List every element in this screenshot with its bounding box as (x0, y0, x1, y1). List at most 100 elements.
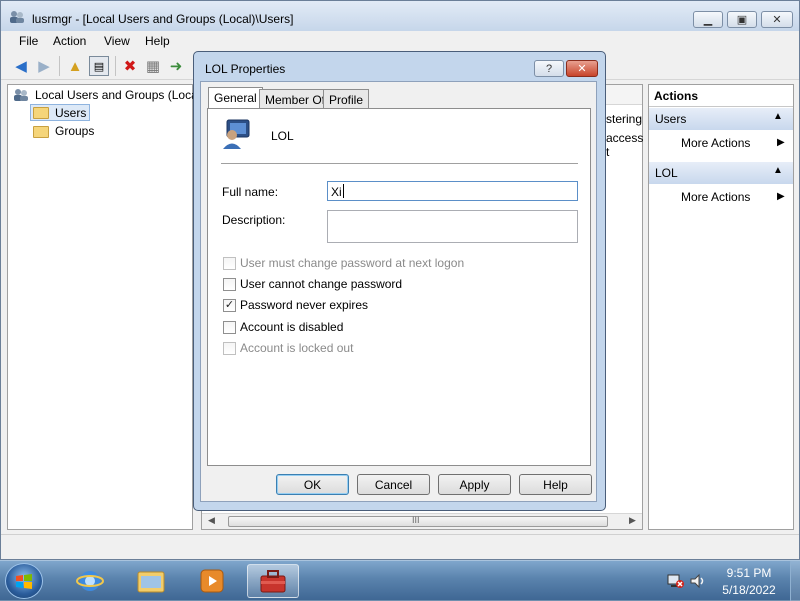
horizontal-scrollbar[interactable]: ◀ III ▶ (202, 513, 642, 529)
tree-item-label: Users (55, 106, 87, 120)
help-icon: ? (545, 62, 553, 75)
main-titlebar[interactable]: lusrmgr - [Local Users and Groups (Local… (1, 1, 799, 31)
menu-action[interactable]: Action (53, 34, 86, 48)
actions-section-users[interactable]: Users ▲ (649, 108, 793, 130)
statusbar (1, 534, 799, 559)
internet-explorer-icon (76, 571, 104, 591)
apply-button[interactable]: Apply (438, 474, 511, 495)
taskbar-explorer[interactable] (125, 564, 177, 598)
tab-general[interactable]: General (208, 87, 263, 109)
checkbox-box[interactable] (223, 320, 236, 334)
divider (221, 163, 578, 164)
submenu-arrow-icon: ▶ (777, 137, 785, 148)
start-button[interactable] (5, 563, 43, 599)
up-folder-icon[interactable]: ▲ (65, 56, 85, 76)
tree-item-groups[interactable]: Groups (30, 123, 110, 140)
taskbar: 9:51 PM 5/18/2022 (0, 560, 800, 601)
window-title: lusrmgr - [Local Users and Groups (Local… (32, 12, 294, 26)
properties-icon[interactable]: ▦ (143, 56, 163, 76)
folder-icon (33, 107, 49, 119)
tab-profile[interactable]: Profile (323, 89, 370, 108)
section-header: LOL (655, 166, 678, 180)
more-actions-users[interactable]: More Actions (681, 136, 750, 150)
tree-pane: Local Users and Groups (Local Users Grou… (7, 84, 200, 530)
close-button[interactable]: ✕ (761, 11, 793, 28)
help-button[interactable]: Help (519, 474, 592, 495)
maximize-icon: ▣ (736, 14, 748, 26)
maximize-button[interactable]: ▣ (727, 11, 757, 28)
description-label: Description: (222, 213, 286, 227)
folder-icon (33, 126, 49, 138)
text-caret (343, 184, 344, 198)
export-icon[interactable]: ➜ (166, 56, 186, 76)
checkbox-cannot-change-password[interactable]: User cannot change password (223, 276, 402, 292)
show-desktop-button[interactable] (790, 561, 800, 601)
menu-help[interactable]: Help (145, 34, 170, 48)
checkbox-must-change-password[interactable]: User must change password at next logon (223, 255, 464, 271)
ok-button[interactable]: OK (276, 474, 349, 495)
tab-member-of[interactable]: Member Of (259, 89, 332, 108)
collapse-up-icon[interactable]: ▲ (773, 165, 783, 176)
delete-icon[interactable]: ✖ (120, 56, 140, 76)
checkbox-label: User must change password at next logon (240, 256, 465, 270)
taskbar-media-player[interactable] (186, 564, 238, 598)
checkbox-label: User cannot change password (240, 277, 403, 291)
tree-item-label: Groups (55, 124, 95, 138)
minimize-icon: ▁ (703, 14, 713, 26)
volume-icon[interactable] (689, 573, 707, 589)
user-icon (223, 119, 250, 149)
cancel-button[interactable]: Cancel (357, 474, 430, 495)
actions-section-lol[interactable]: LOL ▲ (649, 162, 793, 184)
taskbar-ie[interactable] (64, 564, 116, 598)
file-explorer-icon (137, 571, 165, 593)
scroll-left-icon[interactable]: ◀ (208, 515, 215, 526)
scroll-right-icon[interactable]: ▶ (629, 515, 636, 526)
users-app-icon (10, 11, 24, 23)
full-name-label: Full name: (222, 185, 279, 199)
tree-item-users[interactable]: Users (30, 104, 90, 121)
full-name-field[interactable]: Xi (327, 181, 578, 201)
back-arrow-icon[interactable]: ◀ (11, 56, 31, 76)
checkbox-password-never-expires[interactable]: ✓ Password never expires (223, 297, 368, 313)
dialog-close-button[interactable]: ✕ (566, 60, 598, 77)
toolbar-separator (59, 56, 60, 76)
media-player-icon (200, 569, 224, 593)
network-icon[interactable] (667, 573, 685, 589)
collapse-up-icon[interactable]: ▲ (773, 111, 783, 122)
close-icon: ✕ (772, 14, 782, 26)
actions-pane: Actions Users ▲ More Actions ▶ LOL ▲ Mor… (648, 84, 794, 530)
dialog-title: LOL Properties (205, 62, 286, 76)
checkmark-icon: ✓ (224, 298, 235, 311)
menu-view[interactable]: View (104, 34, 130, 48)
tree-root[interactable]: Local Users and Groups (Local (35, 88, 200, 102)
description-field[interactable] (327, 210, 578, 243)
checkbox-box[interactable] (223, 341, 236, 355)
scroll-grip: III (412, 515, 420, 525)
menubar: File Action View Help (1, 31, 799, 52)
windows-logo-icon (16, 574, 32, 589)
more-actions-lol[interactable]: More Actions (681, 190, 750, 204)
scroll-thumb[interactable]: III (228, 515, 608, 527)
menu-file[interactable]: File (19, 34, 38, 48)
taskbar-computer-management[interactable] (247, 564, 299, 598)
checkbox-account-disabled[interactable]: Account is disabled (223, 319, 343, 335)
checkbox-label: Account is disabled (240, 320, 344, 334)
checkbox-box[interactable] (223, 256, 236, 270)
minimize-button[interactable]: ▁ (693, 11, 723, 28)
clock-date[interactable]: 5/18/2022 (714, 583, 784, 597)
checkbox-account-locked-out[interactable]: Account is locked out (223, 340, 353, 356)
toolbox-icon (260, 570, 286, 593)
clock-time[interactable]: 9:51 PM (714, 566, 784, 580)
submenu-arrow-icon: ▶ (777, 191, 785, 202)
list-partial-text: access t (606, 131, 644, 159)
section-header: Users (655, 112, 687, 126)
checkbox-label: Password never expires (240, 298, 369, 312)
checkbox-box[interactable] (223, 277, 236, 291)
show-hide-tree-icon[interactable]: ▤ (89, 56, 109, 76)
users-groups-icon (14, 89, 28, 101)
dialog-help-button[interactable]: ? (534, 60, 564, 77)
forward-arrow-icon[interactable]: ▶ (34, 56, 54, 76)
checkbox-box[interactable]: ✓ (223, 298, 236, 312)
user-name: LOL (271, 129, 294, 143)
actions-title: Actions (649, 85, 793, 107)
